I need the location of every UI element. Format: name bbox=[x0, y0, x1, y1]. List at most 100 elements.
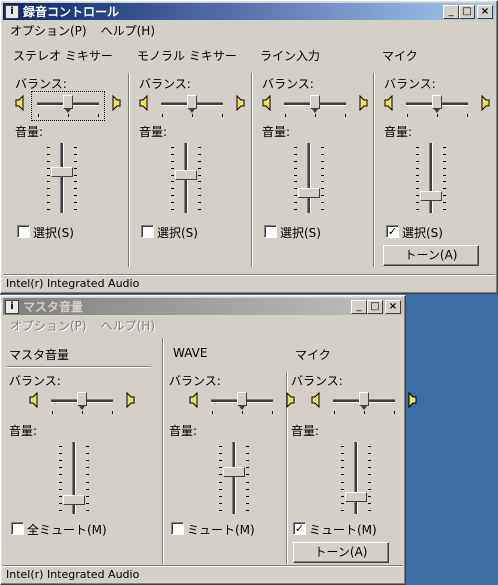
slider-tick bbox=[171, 202, 174, 203]
slider-thumb[interactable] bbox=[432, 95, 442, 113]
slider-thumb[interactable] bbox=[310, 95, 320, 113]
select-checkbox-label[interactable]: 選択(S) bbox=[157, 224, 198, 241]
mute-checkbox[interactable] bbox=[171, 522, 184, 535]
slider-thumb[interactable] bbox=[298, 188, 320, 198]
slider-tick bbox=[443, 209, 446, 210]
slider-tick bbox=[368, 467, 371, 468]
slider-tick bbox=[443, 175, 446, 176]
volume-slider[interactable] bbox=[59, 442, 89, 514]
focus-rect bbox=[31, 91, 105, 121]
close-button[interactable]: × bbox=[477, 4, 493, 19]
slider-tick bbox=[321, 181, 324, 182]
title-bar[interactable]: i マスタ音量 _ □ × bbox=[3, 298, 403, 315]
select-checkbox[interactable] bbox=[141, 225, 154, 238]
channel-name: マイク bbox=[295, 348, 331, 362]
tone-button[interactable]: トーン(A) bbox=[293, 542, 389, 563]
slider-thumb[interactable] bbox=[345, 492, 367, 502]
maximize-button[interactable]: □ bbox=[459, 4, 475, 19]
balance-label: バランス: bbox=[384, 77, 436, 91]
slider-tick bbox=[59, 482, 62, 483]
mute-checkbox-label[interactable]: ミュート(M) bbox=[309, 521, 377, 538]
mute-checkbox-label[interactable]: ミュート(M) bbox=[187, 521, 255, 538]
slider-track bbox=[429, 143, 433, 213]
slider-tick bbox=[321, 161, 324, 162]
balance-label: バランス: bbox=[15, 77, 67, 91]
minimize-button[interactable]: _ bbox=[351, 299, 367, 314]
left-speaker-icon bbox=[139, 94, 149, 112]
select-checkbox[interactable] bbox=[264, 225, 277, 238]
slider-tick bbox=[416, 154, 419, 155]
slider-tick bbox=[416, 175, 419, 176]
balance-slider[interactable] bbox=[211, 390, 273, 416]
slider-tick bbox=[47, 181, 50, 182]
slider-thumb[interactable] bbox=[51, 167, 73, 177]
slider-tick bbox=[162, 114, 163, 117]
slider-thumb[interactable] bbox=[359, 392, 369, 410]
balance-slider[interactable] bbox=[161, 93, 223, 119]
balance-slider[interactable] bbox=[51, 390, 113, 416]
slider-tick bbox=[368, 482, 371, 483]
menu-bar: オプション(P) ヘルプ(H) bbox=[3, 316, 403, 334]
select-checkbox[interactable] bbox=[17, 225, 30, 238]
left-speaker-icon bbox=[189, 391, 199, 409]
slider-thumb[interactable] bbox=[420, 191, 442, 201]
balance-slider[interactable] bbox=[284, 93, 346, 119]
balance-label: バランス: bbox=[9, 374, 61, 388]
status-bar: Intel(r) Integrated Audio bbox=[3, 274, 495, 291]
slider-tick bbox=[416, 188, 419, 189]
volume-slider[interactable] bbox=[416, 143, 446, 213]
menu-options[interactable]: オプション(P) bbox=[3, 317, 94, 334]
left-speaker-icon bbox=[384, 94, 394, 112]
slider-tick bbox=[219, 460, 222, 461]
volume-slider[interactable] bbox=[294, 143, 324, 213]
slider-tick bbox=[443, 147, 446, 148]
slider-tick bbox=[171, 161, 174, 162]
slider-tick bbox=[74, 161, 77, 162]
slider-tick bbox=[368, 503, 371, 504]
app-icon: i bbox=[5, 4, 19, 19]
mute-checkbox[interactable]: ✓ bbox=[293, 522, 306, 535]
slider-thumb[interactable] bbox=[175, 170, 197, 180]
slider-tick bbox=[171, 181, 174, 182]
title-bar[interactable]: i 録音コントロール _ □ × bbox=[3, 3, 495, 20]
slider-tick bbox=[198, 175, 201, 176]
slider-thumb[interactable] bbox=[237, 392, 247, 410]
select-checkbox[interactable]: ✓ bbox=[386, 225, 399, 238]
slider-thumb[interactable] bbox=[187, 95, 197, 113]
maximize-button[interactable]: □ bbox=[367, 299, 383, 314]
volume-slider[interactable] bbox=[341, 442, 371, 514]
balance-slider[interactable] bbox=[333, 390, 395, 416]
balance-slider[interactable] bbox=[406, 93, 468, 119]
volume-slider[interactable] bbox=[171, 143, 201, 213]
slider-tick bbox=[86, 460, 89, 461]
slider-thumb[interactable] bbox=[223, 467, 245, 477]
balance-label: バランス: bbox=[139, 77, 191, 91]
volume-slider[interactable] bbox=[47, 143, 77, 213]
menu-options[interactable]: オプション(P) bbox=[3, 22, 94, 39]
tone-button[interactable]: トーン(A) bbox=[383, 245, 479, 266]
slider-tick bbox=[198, 188, 201, 189]
slider-tick bbox=[407, 114, 408, 117]
slider-tick bbox=[74, 175, 77, 176]
right-speaker-icon bbox=[111, 94, 121, 112]
column-divider bbox=[373, 73, 375, 267]
slider-tick bbox=[368, 496, 371, 497]
menu-help[interactable]: ヘルプ(H) bbox=[94, 317, 162, 334]
select-checkbox-label[interactable]: 選択(S) bbox=[33, 224, 74, 241]
select-checkbox-label[interactable]: 選択(S) bbox=[280, 224, 321, 241]
slider-tick bbox=[171, 154, 174, 155]
minimize-button[interactable]: _ bbox=[443, 4, 459, 19]
menu-help[interactable]: ヘルプ(H) bbox=[94, 22, 162, 39]
mute-checkbox[interactable] bbox=[11, 522, 24, 535]
slider-tick bbox=[219, 446, 222, 447]
volume-label: 音量: bbox=[169, 424, 198, 438]
close-button[interactable]: × bbox=[385, 299, 401, 314]
mute-checkbox-label[interactable]: 全ミュート(M) bbox=[27, 521, 107, 538]
slider-thumb[interactable] bbox=[77, 392, 87, 410]
volume-slider[interactable] bbox=[219, 442, 249, 514]
slider-tick bbox=[59, 503, 62, 504]
slider-thumb[interactable] bbox=[63, 495, 85, 505]
slider-tick bbox=[59, 453, 62, 454]
slider-tick bbox=[86, 474, 89, 475]
select-checkbox-label[interactable]: 選択(S) bbox=[402, 224, 443, 241]
